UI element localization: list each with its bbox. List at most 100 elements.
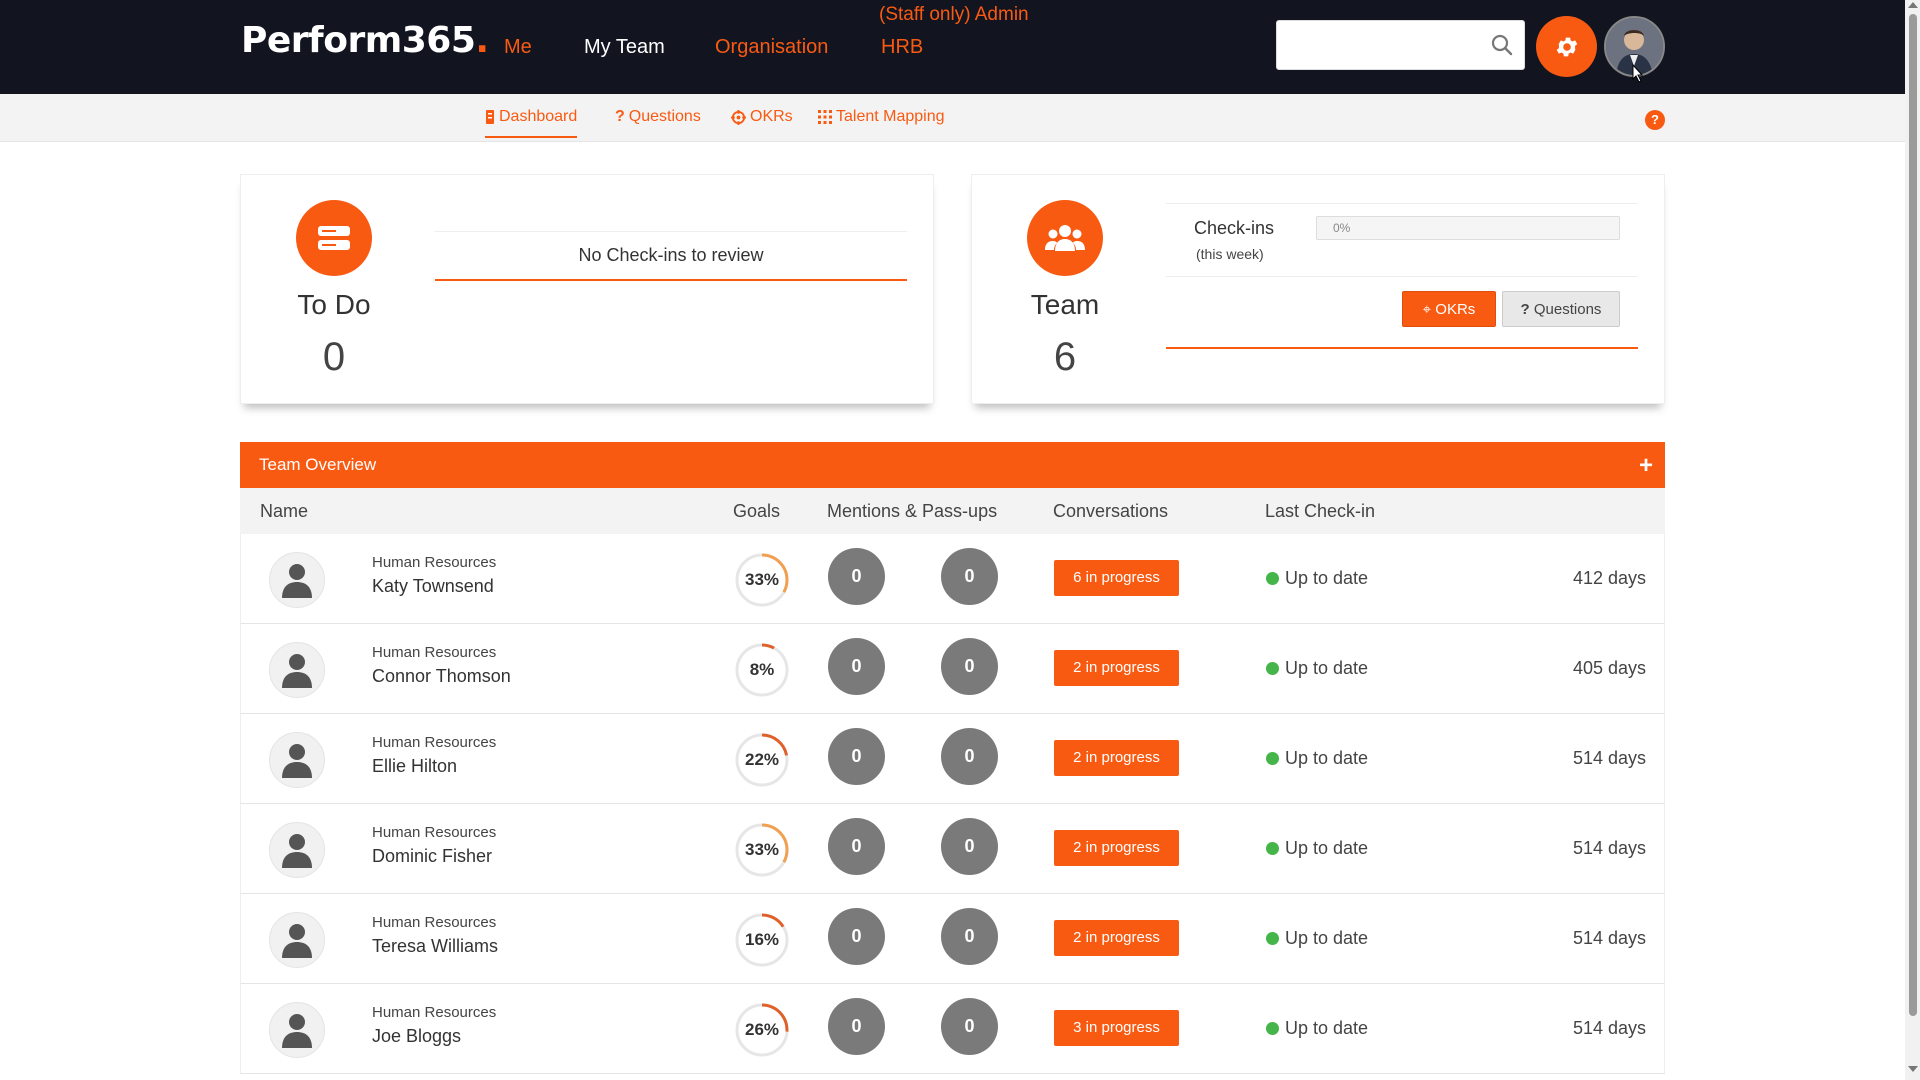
user-icon xyxy=(282,564,312,598)
scrollbar[interactable] xyxy=(1905,0,1920,1080)
col-last-checkin: Last Check-in xyxy=(1265,501,1376,521)
conversations-button[interactable]: 6 in progress xyxy=(1054,560,1179,596)
passups-count[interactable]: 0 xyxy=(941,908,998,965)
user-icon xyxy=(282,924,312,958)
status-label: Up to date xyxy=(1285,568,1369,588)
row-name[interactable]: Katy Townsend xyxy=(372,576,494,597)
row-name[interactable]: Ellie Hilton xyxy=(372,756,457,777)
question-icon: ? xyxy=(615,108,625,125)
table-row[interactable]: Human Resources Connor Thomson 8% 0 0 2 … xyxy=(240,624,1665,714)
checkin-status: Up to date xyxy=(1266,568,1368,589)
col-conversations: Conversations xyxy=(1053,501,1169,521)
mentions-count[interactable]: 0 xyxy=(828,998,885,1055)
row-name[interactable]: Teresa Williams xyxy=(372,936,498,957)
table-row[interactable]: Human Resources Katy Townsend 33% 0 0 6 … xyxy=(240,534,1665,624)
goal-percent: 33% xyxy=(744,570,780,589)
search-input[interactable] xyxy=(1277,21,1477,67)
tab-talent-mapping[interactable]: Talent Mapping xyxy=(818,108,945,126)
app-logo[interactable]: Perform365. xyxy=(241,20,489,61)
settings-button[interactable] xyxy=(1536,16,1597,77)
tab-okrs-label: OKRs xyxy=(750,108,793,125)
last-checkin-days: 514 days xyxy=(1572,1018,1646,1038)
scroll-down-icon[interactable] xyxy=(1908,1066,1918,1072)
goal-percent: 22% xyxy=(744,750,780,769)
todo-title: To Do xyxy=(297,289,371,320)
dashboard-icon xyxy=(486,110,494,124)
conversations-button[interactable]: 2 in progress xyxy=(1054,740,1179,776)
last-checkin-days: 514 days xyxy=(1572,928,1646,948)
mentions-count[interactable]: 0 xyxy=(828,638,885,695)
okrs-button-label: OKRs xyxy=(1435,300,1476,318)
passups-count[interactable]: 0 xyxy=(941,548,998,605)
status-label: Up to date xyxy=(1285,658,1369,678)
mentions-count[interactable]: 0 xyxy=(828,908,885,965)
row-department: Human Resources xyxy=(372,644,497,661)
table-row[interactable]: Human Resources Joe Bloggs 26% 0 0 3 in … xyxy=(240,984,1665,1074)
nav-item-me[interactable]: Me xyxy=(504,36,532,59)
row-department: Human Resources xyxy=(372,824,497,841)
row-department: Human Resources xyxy=(372,914,497,931)
passups-count[interactable]: 0 xyxy=(941,998,998,1055)
user-icon xyxy=(282,834,312,868)
last-checkin-days: 412 days xyxy=(1572,568,1646,588)
passups-count[interactable]: 0 xyxy=(941,728,998,785)
nav-item-admin[interactable]: (Staff only) Admin xyxy=(879,4,1029,26)
status-label: Up to date xyxy=(1285,838,1369,858)
passups-count[interactable]: 0 xyxy=(941,638,998,695)
row-department: Human Resources xyxy=(372,554,497,571)
nav-item-hrb[interactable]: HRB xyxy=(881,36,923,59)
scroll-thumb[interactable] xyxy=(1909,14,1917,1016)
search-icon[interactable] xyxy=(1490,33,1514,57)
checkins-label: Check-ins xyxy=(1194,218,1275,238)
conversations-button[interactable]: 2 in progress xyxy=(1054,650,1179,686)
row-name[interactable]: Dominic Fisher xyxy=(372,846,492,867)
conversations-button[interactable]: 3 in progress xyxy=(1054,1010,1179,1046)
avatar[interactable] xyxy=(269,912,325,968)
avatar[interactable] xyxy=(269,1002,325,1058)
tab-questions[interactable]: ? Questions xyxy=(615,108,701,126)
conversations-button[interactable]: 2 in progress xyxy=(1054,920,1179,956)
checkin-status: Up to date xyxy=(1266,838,1368,859)
goal-percent: 8% xyxy=(749,660,775,679)
goal-percent: 33% xyxy=(744,840,780,859)
help-icon[interactable]: ? xyxy=(1645,110,1665,130)
passups-count[interactable]: 0 xyxy=(941,818,998,875)
table-row[interactable]: Human Resources Dominic Fisher 33% 0 0 2… xyxy=(240,804,1665,894)
tab-okrs[interactable]: OKRs xyxy=(731,108,793,126)
nav-item-organisation[interactable]: Organisation xyxy=(715,36,828,59)
avatar[interactable] xyxy=(269,642,325,698)
nav-item-my-team[interactable]: My Team xyxy=(584,36,665,59)
okrs-button[interactable]: ⌖ OKRs xyxy=(1402,291,1496,327)
questions-button[interactable]: ? Questions xyxy=(1502,291,1620,327)
avatar[interactable] xyxy=(269,732,325,788)
goal-percent: 26% xyxy=(744,1020,780,1039)
todo-icon xyxy=(296,200,372,276)
scroll-up-icon[interactable] xyxy=(1908,2,1918,8)
todo-message: No Check-ins to review xyxy=(435,231,907,281)
row-department: Human Resources xyxy=(372,1004,497,1021)
team-icon xyxy=(1027,200,1103,276)
tab-talent-mapping-label: Talent Mapping xyxy=(836,108,945,125)
conversations-button[interactable]: 2 in progress xyxy=(1054,830,1179,866)
mentions-count[interactable]: 0 xyxy=(828,818,885,875)
row-name[interactable]: Joe Bloggs xyxy=(372,1026,461,1047)
checkin-status: Up to date xyxy=(1266,1018,1368,1039)
tab-dashboard[interactable]: Dashboard xyxy=(485,108,578,138)
table-row[interactable]: Human Resources Ellie Hilton 22% 0 0 2 i… xyxy=(240,714,1665,804)
checkins-row: Check-ins (this week) 0% xyxy=(1166,203,1638,277)
avatar[interactable] xyxy=(269,822,325,878)
table-header: Name Goals Mentions & Pass-ups Conversat… xyxy=(240,488,1665,534)
user-icon xyxy=(282,744,312,778)
status-dot-icon xyxy=(1266,572,1279,585)
last-checkin-days: 514 days xyxy=(1572,838,1646,858)
add-icon[interactable]: + xyxy=(1639,454,1653,478)
last-checkin-days: 405 days xyxy=(1572,658,1646,678)
row-name[interactable]: Connor Thomson xyxy=(372,666,511,687)
mentions-count[interactable]: 0 xyxy=(828,548,885,605)
search-box xyxy=(1276,20,1525,70)
table-row[interactable]: Human Resources Teresa Williams 16% 0 0 … xyxy=(240,894,1665,984)
mentions-count[interactable]: 0 xyxy=(828,728,885,785)
checkin-status: Up to date xyxy=(1266,928,1368,949)
avatar[interactable] xyxy=(269,552,325,608)
user-icon xyxy=(282,1014,312,1048)
